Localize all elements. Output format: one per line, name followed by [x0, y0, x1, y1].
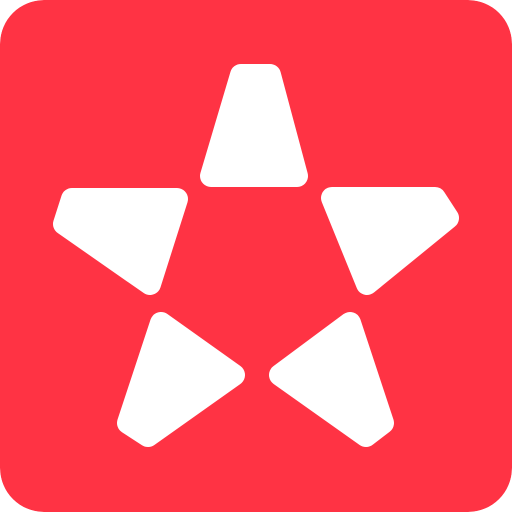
- star-logo-icon: [0, 0, 512, 512]
- app-icon: [0, 0, 512, 512]
